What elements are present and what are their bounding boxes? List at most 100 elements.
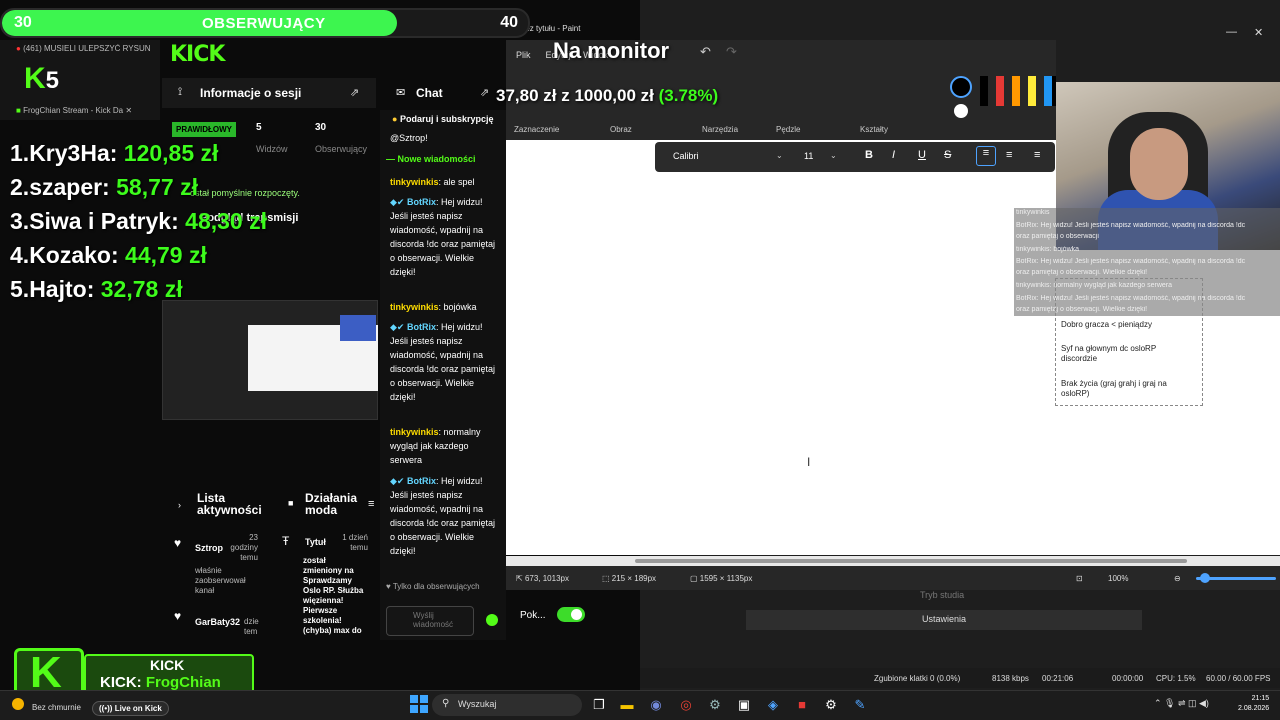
overlay-chat-line: tinkywinkis: bojówka xyxy=(1016,246,1080,253)
webcam-person-head xyxy=(1130,128,1188,200)
zoom-out-icon[interactable]: ⊖ xyxy=(1174,574,1181,583)
heart-icon: ♥ xyxy=(174,609,182,623)
text-cursor-icon: I xyxy=(807,455,811,469)
kick-chat-icon[interactable] xyxy=(486,614,498,626)
bold-icon[interactable]: B xyxy=(865,149,873,161)
follower-goal-bar: 30 OBSERWUJĄCY 40 xyxy=(0,8,530,38)
leaderboard-row: 4.Kozako: 44,79 zł xyxy=(10,242,207,268)
youtube-icon: ● xyxy=(16,44,21,53)
chat-message: ◆✔ BotRix: Hej widzu! Jeśli jesteś napis… xyxy=(390,476,496,556)
menu-file[interactable]: Plik xyxy=(516,50,531,60)
mod-item-time: 1 dzień temu xyxy=(342,533,368,552)
popout-icon[interactable]: ⇗ xyxy=(350,86,359,99)
ribbon-brushes[interactable]: Pędzle xyxy=(776,125,800,134)
ribbon-shapes[interactable]: Kształty xyxy=(860,125,888,134)
heart-icon: ♥ xyxy=(174,536,182,550)
underline-icon[interactable]: U xyxy=(918,149,926,161)
minimize-icon[interactable]: — xyxy=(1226,26,1237,38)
activity-user[interactable]: GarBaty32 xyxy=(195,617,240,627)
font-size-select[interactable]: 11 xyxy=(804,151,813,161)
undo-icon[interactable]: ↶ xyxy=(700,44,711,60)
italic-icon[interactable]: I xyxy=(892,149,895,161)
align-right-icon[interactable]: ≡ xyxy=(1034,149,1040,161)
close-icon[interactable]: ✕ xyxy=(1254,26,1263,39)
browser-tab-youtube[interactable]: ● (461) MUSIELI ULEPSZYĆ RYSUN xyxy=(16,44,156,53)
kick-logo[interactable]: KICK xyxy=(170,42,225,67)
cpu-usage: CPU: 1.5% xyxy=(1156,674,1196,683)
taskbar xyxy=(0,690,1280,720)
fit-view-icon[interactable]: ⊡ xyxy=(1076,574,1083,583)
chevron-down-icon[interactable]: ⌄ xyxy=(830,151,837,160)
weather-text[interactable]: Bez chmurnie xyxy=(32,703,81,712)
folder-icon[interactable]: ▬ xyxy=(618,696,636,714)
leaderboard-row: 2.szaper: 58,77 zł xyxy=(10,174,198,200)
clock[interactable]: 21:15 2.08.2026 xyxy=(1238,694,1269,714)
system-tray-icons[interactable]: ⌃ 🎙 ⇌ ◫ ◀) xyxy=(1154,698,1209,709)
mod-actions-title: Działania moda xyxy=(305,491,358,517)
store-icon[interactable]: ◈ xyxy=(764,696,782,714)
chrome-icon[interactable]: ◎ xyxy=(677,696,695,714)
ribbon-tools[interactable]: Narzędzia xyxy=(702,125,738,134)
browser-tab-kick[interactable]: ■ FrogChian Stream - Kick Da ✕ xyxy=(16,106,156,115)
expand-icon[interactable]: › xyxy=(178,500,181,510)
zoom-slider-knob[interactable] xyxy=(1200,573,1210,583)
follower-goal-fill xyxy=(2,10,397,36)
color1-swatch[interactable] xyxy=(950,76,972,98)
chat-title: Chat xyxy=(416,86,443,100)
activity-user[interactable]: Sztrop xyxy=(195,543,223,553)
chat-message: ◆✔ BotRix: Hej widzu! Jeśli jesteś napis… xyxy=(390,197,496,277)
followers-only-note: ♥ Tylko dla obserwujących xyxy=(386,582,480,591)
font-family-select[interactable]: Calibri xyxy=(673,151,699,161)
overlay-chat-line: oraz pamiętaj o obserwacji. Wielkie dzię… xyxy=(1016,269,1148,276)
selection-size: ⬚ 215 × 189px xyxy=(602,574,657,583)
browser-tab-label: (461) MUSIELI ULEPSZYĆ RYSUN xyxy=(23,44,151,53)
chat-input[interactable]: Wyślij wiadomość xyxy=(386,606,474,636)
live-time: 00:21:06 xyxy=(1042,674,1074,683)
strikethrough-icon[interactable]: S xyxy=(944,149,951,161)
paint-icon[interactable]: ✎ xyxy=(851,696,869,714)
popout-icon[interactable]: ⇗ xyxy=(480,86,489,99)
taskbar-search[interactable] xyxy=(432,694,582,716)
task-view-icon[interactable]: ❐ xyxy=(590,696,608,714)
browser-tab-label: FrogChian Stream - Kick Da xyxy=(23,106,124,115)
filter-icon[interactable]: ≡ xyxy=(368,498,374,510)
textbox-line: Syf na głownym dc osloRP discordzie xyxy=(1061,344,1157,363)
app-icon[interactable]: ■ xyxy=(793,696,811,714)
chat-message: tinkywinkis: bojówka xyxy=(390,302,477,312)
settings-icon[interactable]: ⚙ xyxy=(822,696,840,714)
ribbon-image[interactable]: Obraz xyxy=(610,125,632,134)
chat-message: tinkywinkis: ale spel xyxy=(390,177,475,187)
chat-input-placeholder: Wyślij wiadomość xyxy=(413,611,454,629)
zoom-level[interactable]: 100% xyxy=(1108,574,1128,583)
tab-close-icon[interactable]: ✕ xyxy=(125,106,132,115)
steam-icon[interactable]: ⚙ xyxy=(706,696,724,714)
gift-sub-banner[interactable]: ● Podaruj i subskrypcję xyxy=(392,114,506,124)
bot-badge-icon: ◆✔ xyxy=(390,197,405,207)
kick-overlay-line1: KICK xyxy=(150,657,185,673)
toggle-label: Pok... xyxy=(520,610,546,621)
session-title: Informacje o sesji xyxy=(200,86,302,100)
scrollbar-thumb[interactable] xyxy=(635,559,1187,563)
rec-time: 00:00:00 xyxy=(1112,674,1144,683)
chevron-down-icon[interactable]: ⌄ xyxy=(776,151,783,160)
color-palette[interactable] xyxy=(980,76,1056,106)
color2-swatch[interactable] xyxy=(954,104,968,118)
fps: 60.00 / 60.00 FPS xyxy=(1206,674,1271,683)
studio-mode-button[interactable]: Tryb studia xyxy=(920,590,964,600)
weather-icon[interactable] xyxy=(12,698,24,710)
align-left-icon[interactable]: ≡ xyxy=(976,146,996,166)
live-on-kick-pill: ((•)) Live on Kick xyxy=(92,701,169,716)
activity-text: właśnie zaobserwował kanał xyxy=(195,566,246,595)
bitrate: 8138 kbps xyxy=(992,674,1029,683)
start-button[interactable] xyxy=(410,695,428,713)
dropped-frames: Zgubione klatki 0 (0.0%) xyxy=(874,674,961,683)
discord-icon[interactable]: ◉ xyxy=(647,696,665,714)
leaderboard-row: 3.Siwa i Patryk: 48,30 zł xyxy=(10,208,267,234)
donation-goal: 37,80 zł z 1000,00 zł (3.78%) xyxy=(496,86,719,105)
redo-icon[interactable]: ↷ xyxy=(726,44,737,60)
game-icon[interactable]: ▣ xyxy=(735,696,753,714)
align-center-icon[interactable]: ≡ xyxy=(1006,149,1012,161)
preview-webcam xyxy=(340,315,376,341)
ribbon-selection[interactable]: Zaznaczenie xyxy=(514,125,559,134)
goal-current: 30 xyxy=(14,14,32,31)
